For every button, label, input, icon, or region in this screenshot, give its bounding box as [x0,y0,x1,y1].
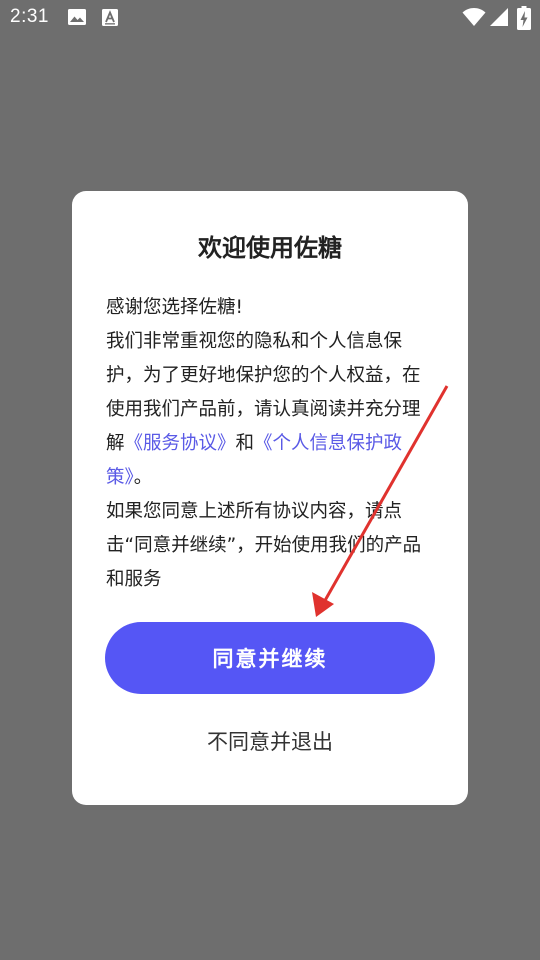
status-time: 2:31 [10,6,49,27]
font-a-icon [102,9,118,30]
status-bar: 2:31 [0,0,540,36]
battery-charging-icon [517,6,531,34]
service-agreement-link[interactable]: 《服务协议》 [125,433,236,454]
agree-and-continue-button[interactable]: 同意并继续 [105,622,435,694]
dialog-title: 欢迎使用佐糖 [198,234,342,262]
image-icon [68,9,86,29]
wifi-icon [462,7,486,31]
disagree-and-exit-button[interactable]: 不同意并退出 [72,726,468,756]
screen: 2:31 欢迎使用佐糖 感谢您选择佐糖! 我们非常重视您的隐私和个人信息保护，为… [0,0,540,960]
signal-icon [489,7,509,31]
privacy-consent-dialog: 欢迎使用佐糖 感谢您选择佐糖! 我们非常重视您的隐私和个人信息保护，为了更好地保… [72,191,468,805]
privacy-paragraph: 我们非常重视您的隐私和个人信息保护，为了更好地保护您的个人权益，在使用我们产品前… [106,325,438,495]
consent-text: 如果您同意上述所有协议内容，请点击“同意并继续”，开始使用我们的产品和服务 [106,501,422,590]
dialog-body: 感谢您选择佐糖! 我们非常重视您的隐私和个人信息保护，为了更好地保护您的个人权益… [106,291,438,597]
link-joiner-text: 和 [235,433,255,454]
privacy-end-text: 。 [133,467,153,488]
greeting-text: 感谢您选择佐糖! [106,297,243,318]
